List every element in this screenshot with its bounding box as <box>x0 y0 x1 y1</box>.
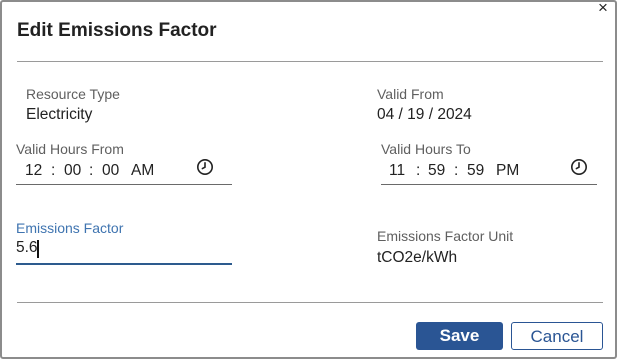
hours-from-hour[interactable]: 12 <box>25 162 42 180</box>
hours-to-second[interactable]: 59 <box>467 162 484 180</box>
valid-from-label: Valid From <box>377 86 444 102</box>
save-button[interactable]: Save <box>416 322 503 350</box>
footer-divider <box>17 302 603 303</box>
valid-hours-to-field[interactable]: 11 : 59 : 59 PM <box>381 159 597 185</box>
time-separator: : <box>51 162 56 179</box>
emissions-factor-label: Emissions Factor <box>16 220 124 236</box>
edit-emissions-factor-dialog: × Edit Emissions Factor Resource Type El… <box>0 0 617 359</box>
valid-from-value: 04 / 19 / 2024 <box>377 106 472 123</box>
hours-to-minute[interactable]: 59 <box>428 162 445 180</box>
emissions-factor-input[interactable]: 5.6 <box>16 239 232 265</box>
hours-from-ampm[interactable]: AM <box>131 162 154 180</box>
text-caret <box>37 240 39 258</box>
emissions-factor-value[interactable]: 5.6 <box>16 239 38 257</box>
hours-from-second[interactable]: 00 <box>102 162 119 180</box>
valid-hours-from-field[interactable]: 12 : 00 : 00 AM <box>16 159 232 185</box>
clock-icon[interactable] <box>196 158 214 176</box>
emissions-factor-unit-label: Emissions Factor Unit <box>377 228 514 244</box>
hours-to-hour[interactable]: 11 <box>389 162 405 180</box>
hours-from-minute[interactable]: 00 <box>64 162 81 180</box>
time-separator: : <box>454 162 459 179</box>
dialog-title: Edit Emissions Factor <box>17 20 217 41</box>
emissions-factor-unit-value: tCO2e/kWh <box>377 249 458 266</box>
time-separator: : <box>416 162 421 179</box>
cancel-button[interactable]: Cancel <box>511 322 603 350</box>
time-separator: : <box>89 162 94 179</box>
valid-hours-to-label: Valid Hours To <box>381 141 471 157</box>
valid-hours-from-label: Valid Hours From <box>16 141 124 157</box>
header-divider <box>17 61 603 62</box>
resource-type-label: Resource Type <box>26 86 120 102</box>
close-icon[interactable]: × <box>595 0 611 16</box>
clock-icon[interactable] <box>570 158 588 176</box>
resource-type-value: Electricity <box>26 106 93 123</box>
hours-to-ampm[interactable]: PM <box>496 162 519 180</box>
